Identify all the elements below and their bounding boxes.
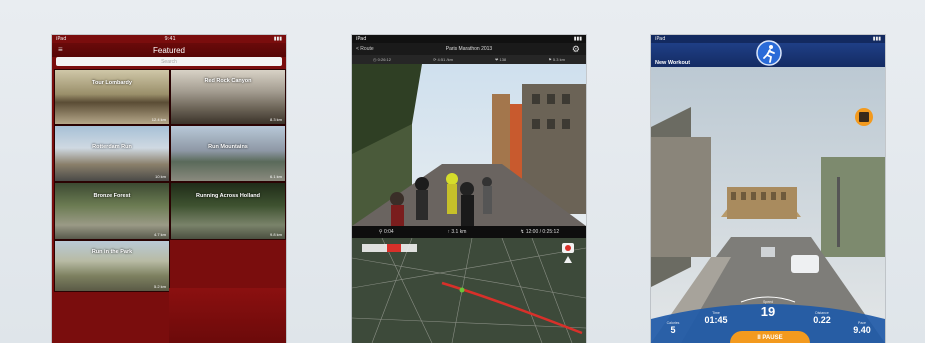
satellite-map[interactable]	[352, 238, 586, 343]
featured-screen: iPad 9:41 ▮▮▮ Featured ≡ Search Tour Lomba…	[52, 35, 286, 343]
status-bar: iPad ▮▮▮	[356, 36, 582, 42]
gear-icon[interactable]: ⚙	[572, 44, 580, 55]
tile-title: Bronze Forest	[93, 193, 131, 199]
route-tile[interactable]: Red Rock Canyon 8.3 km	[170, 69, 286, 125]
tile-distance: 12.4 km	[151, 117, 166, 122]
tile-distance: 10 km	[155, 174, 166, 179]
metric-distance: ⚑ 5.3 km	[548, 57, 565, 62]
run-stats-bar: ⚲ 0:04 ↑ 3.1 km ↯ 12:00 / 0:25:12	[352, 226, 586, 238]
route-tile[interactable]: Run in the Park 5.2 km	[54, 240, 170, 292]
back-button[interactable]: < Route	[356, 46, 374, 52]
route-tile[interactable]: Run Mountains 6.1 km	[170, 125, 286, 182]
empty-area	[169, 288, 286, 343]
tile-title: Red Rock Canyon	[204, 78, 252, 84]
metric-time: ◷ 0:26:12	[373, 57, 391, 62]
search-input[interactable]: Search	[56, 57, 282, 66]
tile-distance: 5.2 km	[153, 284, 166, 289]
stat-pace: Pace 9.40	[853, 321, 871, 335]
page-title: Featured	[152, 45, 186, 55]
page-title: Paris Marathon 2013	[445, 46, 493, 52]
workout-screen: iPad ▮▮▮ New Workout Calories 5 Time 01:45	[651, 35, 885, 343]
route-tile[interactable]: Bronze Forest 4.7 km	[54, 182, 170, 240]
route-tile[interactable]: Rotterdam Run 10 km	[54, 125, 170, 182]
featured-navbar: Featured	[52, 43, 286, 57]
stat-distance: ↑ 3.1 km	[447, 229, 467, 235]
status-bar: iPad 9:41 ▮▮▮	[56, 36, 282, 42]
pause-button[interactable]: II PAUSE	[730, 331, 810, 343]
tile-title: Run Mountains	[208, 144, 248, 150]
tile-distance: 6.1 km	[269, 174, 282, 179]
metric-heart: ❤ 138	[495, 57, 507, 62]
stat-calories: Calories 5	[666, 321, 680, 335]
street-video	[352, 64, 586, 226]
stat-time: Time 01:45	[704, 311, 728, 325]
tile-title: Running Across Holland	[196, 193, 260, 199]
route-tile[interactable]: Running Across Holland 9.8 km	[170, 182, 286, 240]
tile-title: Tour Lombardy	[92, 80, 132, 86]
tile-title: Rotterdam Run	[92, 144, 132, 150]
tile-title: Run in the Park	[91, 249, 133, 255]
metrics-toolbar: ◷ 0:26:12 ⟳ 4:51 /km ❤ 138 ⚑ 5.3 km	[352, 55, 586, 64]
menu-icon[interactable]: ≡	[58, 45, 63, 54]
route-navbar: Paris Marathon 2013	[352, 43, 586, 55]
runner-logo-icon	[756, 40, 782, 66]
stat-total: ↯ 12:00 / 0:25:12	[520, 229, 560, 235]
stat-speed: Speed 19	[760, 300, 776, 319]
route-video-screen: iPad ▮▮▮ Paris Marathon 2013 < Route ⚙ ◷ …	[352, 35, 586, 343]
stat-distance: Distance 0.22	[813, 311, 831, 325]
tile-distance: 9.8 km	[269, 232, 282, 237]
tile-distance: 8.3 km	[269, 117, 282, 122]
page-title: New Workout	[655, 60, 691, 66]
tile-distance: 4.7 km	[153, 232, 166, 237]
stat-elapsed: ⚲ 0:04	[378, 229, 394, 235]
metric-pace: ⟳ 4:51 /km	[433, 57, 453, 62]
route-tile[interactable]: Tour Lombardy 12.4 km	[54, 69, 170, 125]
